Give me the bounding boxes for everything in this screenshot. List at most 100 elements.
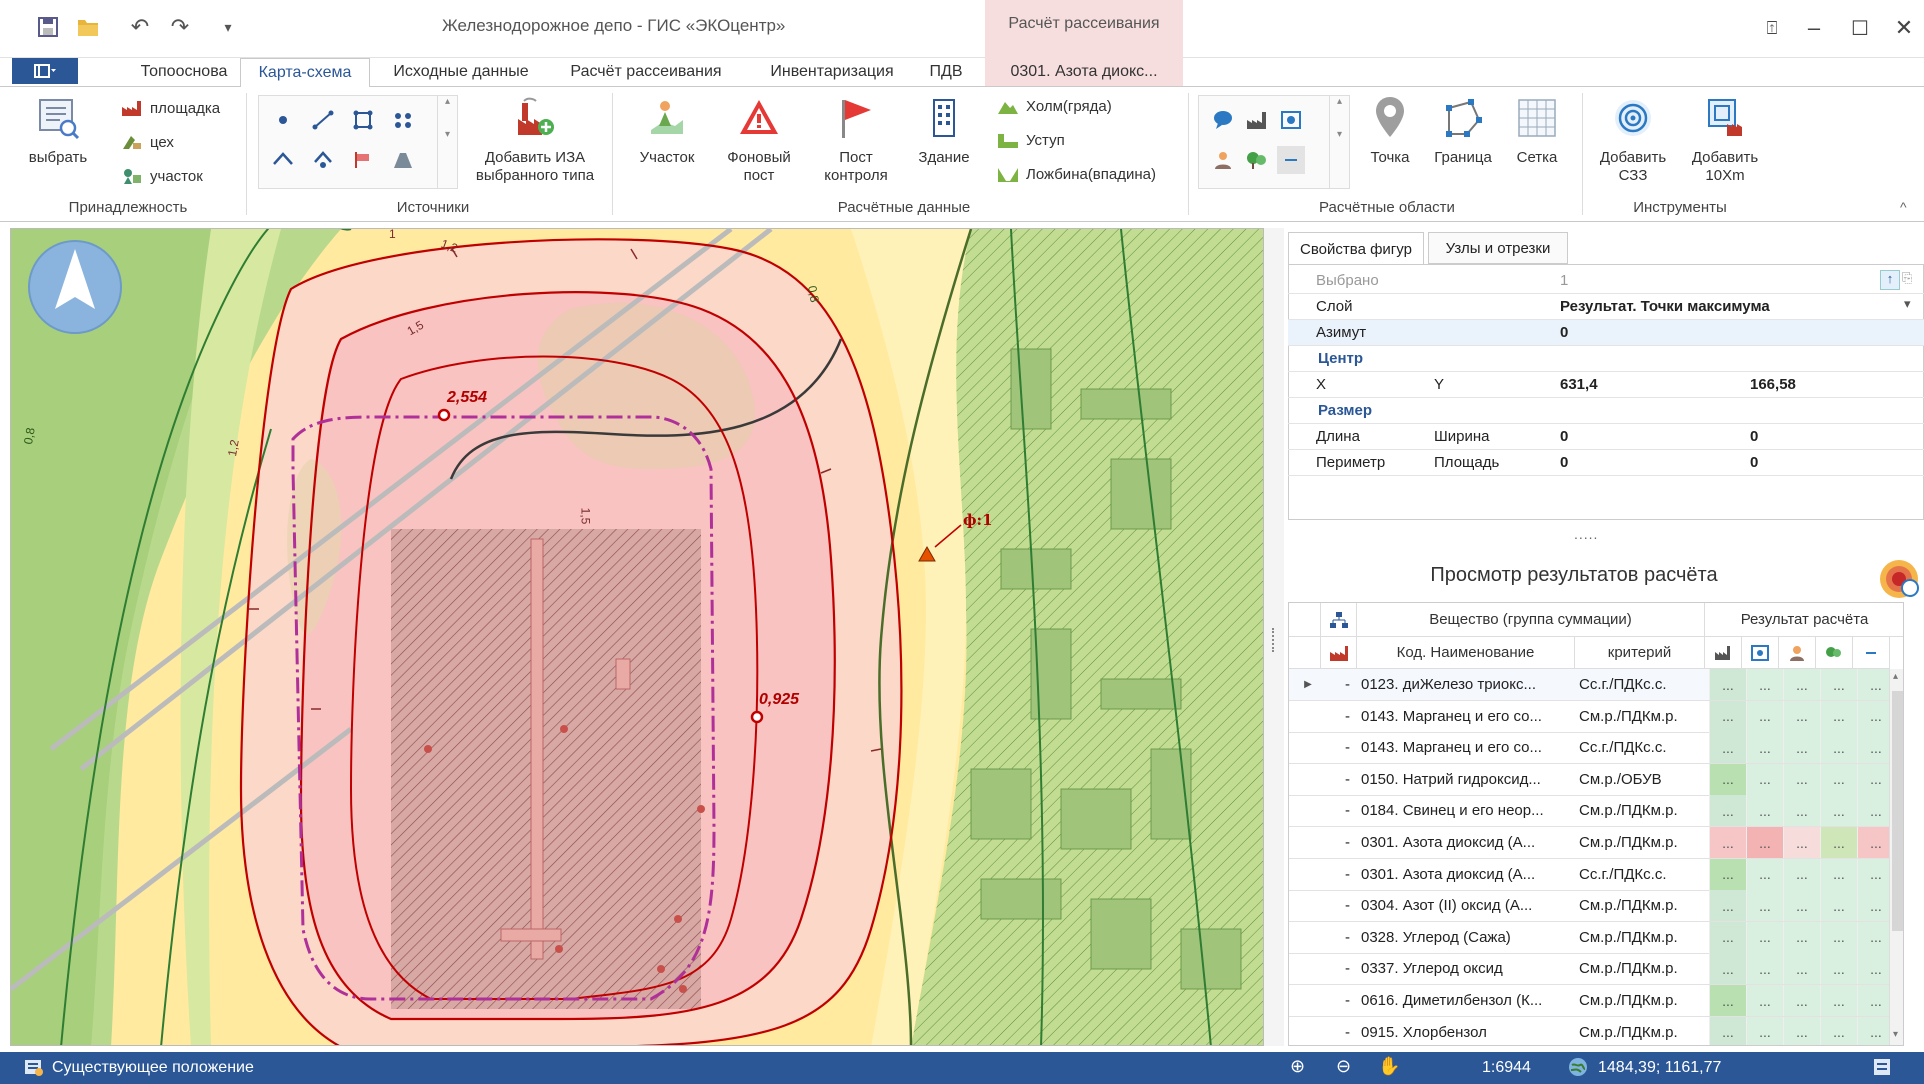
target-frame-icon[interactable]: [1277, 106, 1305, 134]
tab-shape-properties[interactable]: Свойства фигур: [1288, 232, 1424, 265]
result-cell[interactable]: ...: [1746, 795, 1783, 827]
tab-pdv[interactable]: ПДВ: [920, 58, 972, 86]
add-szz-button[interactable]: Добавить СЗЗ: [1590, 95, 1676, 185]
result-cell[interactable]: ...: [1783, 795, 1820, 827]
col-target-frame-icon[interactable]: [1742, 637, 1779, 669]
result-cell[interactable]: ...: [1820, 763, 1857, 795]
result-cell[interactable]: ...: [1820, 953, 1857, 985]
point-button[interactable]: Точка: [1362, 95, 1418, 167]
ledge-button[interactable]: Уступ: [996, 129, 1065, 151]
border-button[interactable]: Граница: [1426, 95, 1500, 167]
open-folder-icon[interactable]: [72, 12, 104, 42]
max-point-1[interactable]: [437, 408, 451, 422]
calc-area-button[interactable]: Участок: [624, 95, 710, 167]
result-cell[interactable]: ...: [1709, 858, 1746, 890]
tab-nitrogen-dioxide[interactable]: 0301. Азота диокс...: [985, 58, 1183, 86]
grid-button[interactable]: Сетка: [1504, 95, 1570, 167]
prop-row-xy[interactable]: X Y 631,4 166,58: [1288, 372, 1924, 398]
status-scenario-text[interactable]: Существующее положение: [52, 1059, 254, 1077]
copy-icon[interactable]: ⎘: [1902, 270, 1912, 286]
background-post-button[interactable]: Фоновый пост: [716, 95, 802, 185]
select-button[interactable]: выбрать: [14, 95, 102, 167]
result-cell[interactable]: ...: [1746, 732, 1783, 764]
result-cell[interactable]: ...: [1820, 732, 1857, 764]
section-button[interactable]: участок: [120, 165, 203, 187]
result-cell[interactable]: ...: [1820, 795, 1857, 827]
tab-map-scheme[interactable]: Карта-схема: [240, 58, 370, 87]
result-cell[interactable]: ...: [1783, 921, 1820, 953]
multipoint-source-icon[interactable]: [389, 106, 417, 134]
result-cell[interactable]: ...: [1783, 700, 1820, 732]
result-cell[interactable]: ...: [1783, 732, 1820, 764]
redo-icon[interactable]: ↷: [164, 12, 196, 42]
result-cell[interactable]: ...: [1820, 669, 1857, 700]
status-scenario-icon[interactable]: [24, 1058, 44, 1081]
result-cell[interactable]: ...: [1783, 827, 1820, 858]
status-list-icon[interactable]: [1872, 1057, 1892, 1082]
result-cell[interactable]: ...: [1709, 795, 1746, 827]
site-button[interactable]: площадка: [120, 97, 220, 119]
result-cell[interactable]: ...: [1746, 763, 1783, 795]
house-source-icon[interactable]: [309, 146, 337, 174]
result-cell[interactable]: ...: [1709, 985, 1746, 1016]
table-row[interactable]: -0915. Хлорбензол См.р./ПДКм.р...........…: [1289, 1016, 1901, 1045]
result-cell[interactable]: ...: [1746, 890, 1783, 922]
roof-source-icon[interactable]: [269, 146, 297, 174]
undo-icon[interactable]: ↶: [124, 12, 156, 42]
max-point-2[interactable]: [750, 710, 764, 724]
result-cell[interactable]: ...: [1709, 921, 1746, 953]
result-cell[interactable]: ...: [1709, 669, 1746, 700]
tab-inventory[interactable]: Инвентаризация: [752, 58, 912, 86]
table-row[interactable]: ▶ -0123. диЖелезо триокс... Сс.г./ПДКс.с..…: [1289, 669, 1901, 701]
ribbon-display-icon[interactable]: ⍐: [1752, 12, 1792, 44]
table-row[interactable]: -0184. Свинец и его неор... См.р./ПДКм.р.…: [1289, 795, 1901, 828]
header-code-name[interactable]: Код. Наименование: [1357, 637, 1575, 669]
result-cell[interactable]: ...: [1820, 985, 1857, 1016]
dispersion-target-icon[interactable]: [1878, 558, 1920, 600]
zoom-out-icon[interactable]: ⊖: [1336, 1056, 1351, 1077]
header-criterion[interactable]: критерий: [1575, 637, 1705, 669]
hill-button[interactable]: Холм(гряда): [996, 95, 1112, 117]
tab-source-data[interactable]: Исходные данные: [378, 58, 544, 86]
table-row[interactable]: -0304. Азот (II) оксид (А... См.р./ПДКм.р…: [1289, 890, 1901, 923]
col-person-icon[interactable]: [1779, 637, 1816, 669]
add-10xm-button[interactable]: Добавить 10Xm: [1682, 95, 1768, 185]
result-cell[interactable]: ...: [1709, 1016, 1746, 1045]
layer-dropdown-icon[interactable]: ▾: [1904, 296, 1911, 312]
result-cell[interactable]: ...: [1709, 763, 1746, 795]
workshop-button[interactable]: цех: [120, 131, 174, 153]
result-cell[interactable]: ...: [1820, 921, 1857, 953]
result-cell[interactable]: ...: [1783, 1016, 1820, 1045]
result-cell[interactable]: ...: [1783, 669, 1820, 700]
table-row[interactable]: -0301. Азота диоксид (А... Сс.г./ПДКс.с..…: [1289, 858, 1901, 891]
result-cell[interactable]: ...: [1709, 953, 1746, 985]
minimize-button[interactable]: –: [1794, 12, 1834, 44]
close-button[interactable]: ✕: [1884, 12, 1924, 44]
factory-small-icon[interactable]: [1243, 106, 1271, 134]
add-source-button[interactable]: Добавить ИЗА выбранного типа: [472, 95, 598, 185]
speech-bubble-icon[interactable]: [1209, 106, 1237, 134]
areas-gallery-scroll[interactable]: ▴ ▾: [1329, 96, 1349, 188]
result-cell[interactable]: ...: [1746, 858, 1783, 890]
result-cell[interactable]: ...: [1783, 953, 1820, 985]
result-cell[interactable]: ...: [1746, 921, 1783, 953]
result-cell[interactable]: ...: [1746, 827, 1783, 858]
result-cell[interactable]: ...: [1783, 985, 1820, 1016]
person-icon[interactable]: [1209, 146, 1237, 174]
hollow-button[interactable]: Ложбина(впадина): [996, 163, 1156, 185]
panel-splitter[interactable]: [1264, 228, 1284, 1046]
prop-row-layer[interactable]: Слой Результат. Точки максимума ▾: [1288, 294, 1924, 320]
flag-source-icon[interactable]: [349, 146, 377, 174]
building-button[interactable]: Здание: [906, 95, 982, 167]
result-cell[interactable]: ...: [1820, 827, 1857, 858]
table-row[interactable]: -0301. Азота диоксид (А... См.р./ПДКм.р..…: [1289, 827, 1901, 859]
table-row[interactable]: -0150. Натрий гидроксид... См.р./ОБУВ....…: [1289, 763, 1901, 796]
pan-hand-icon[interactable]: ✋: [1378, 1056, 1400, 1077]
result-cell[interactable]: ...: [1820, 1016, 1857, 1045]
table-row[interactable]: -0328. Углерод (Сажа) См.р./ПДКм.р.......…: [1289, 921, 1901, 954]
gallery-scroll[interactable]: ▴ ▾: [437, 96, 457, 188]
result-cell[interactable]: ...: [1746, 985, 1783, 1016]
file-menu-button[interactable]: [12, 58, 78, 84]
result-cell[interactable]: ...: [1820, 700, 1857, 732]
linear-source-icon[interactable]: [309, 106, 337, 134]
